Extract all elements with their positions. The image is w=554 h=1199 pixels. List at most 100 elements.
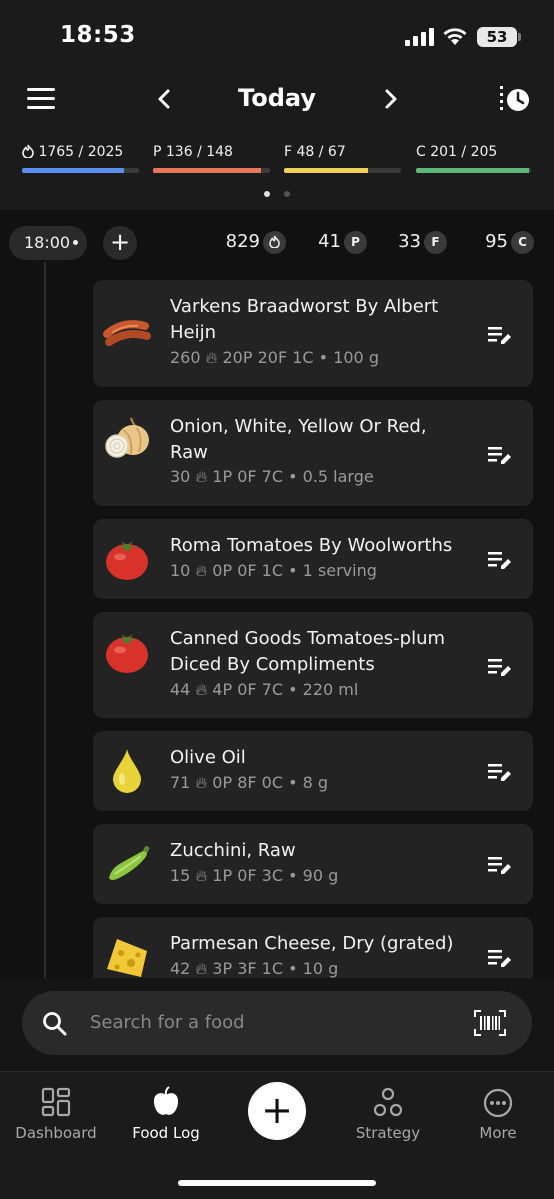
food-entry[interactable]: Roma Tomatoes By Woolworths 10 🔥︎ 0P 0F …: [93, 519, 533, 599]
food-macros: 20P 20F 1C • 100 g: [222, 348, 379, 367]
flame-icon: 🔥︎: [195, 866, 208, 885]
battery-level: 53: [486, 28, 508, 46]
edit-icon[interactable]: [487, 549, 513, 571]
header: Today 1765 / 2025 P 136 / 148 F 48 / 67 …: [0, 70, 554, 210]
edit-icon[interactable]: [487, 761, 513, 783]
food-entry[interactable]: Onion, White, Yellow Or Red, Raw 30 🔥︎ 1…: [93, 400, 533, 506]
edit-icon[interactable]: [487, 656, 513, 678]
carbs-progress[interactable]: C 201 / 205: [416, 144, 531, 180]
sausage-icon: [103, 320, 151, 346]
meal-protein-value: 41: [318, 231, 341, 252]
flame-icon: [22, 144, 34, 159]
carbs-label: C 201 / 205: [416, 144, 498, 160]
edit-icon[interactable]: [487, 324, 513, 346]
food-macros: 0P 0F 1C • 1 serving: [212, 561, 377, 580]
chevron-right-icon[interactable]: [375, 84, 405, 114]
tab-dashboard[interactable]: Dashboard: [6, 1086, 106, 1146]
flame-icon: 🔥︎: [195, 959, 208, 978]
edit-icon[interactable]: [487, 444, 513, 466]
edit-icon[interactable]: [487, 854, 513, 876]
food-macros: 4P 0F 7C • 220 ml: [212, 680, 359, 699]
dashboard-icon: [41, 1087, 71, 1117]
edit-icon[interactable]: [487, 947, 513, 969]
strategy-icon: [373, 1087, 403, 1117]
food-name: Varkens Braadworst By Albert Heijn: [170, 296, 439, 343]
meal-carbs-value: 95: [485, 231, 508, 252]
history-clock-icon[interactable]: [496, 84, 534, 116]
tab-more[interactable]: More: [448, 1086, 548, 1146]
meal-carbs: 95 C: [465, 226, 534, 260]
protein-label: P 136 / 148: [153, 144, 233, 160]
flame-icon: [263, 231, 286, 254]
meal-header: 18:00 + 829 41 P 33 F 95 C: [0, 226, 554, 262]
food-search-bar[interactable]: Search for a food: [22, 991, 532, 1055]
food-entry[interactable]: Olive Oil 71 🔥︎ 0P 8F 0C • 8 g: [93, 731, 533, 811]
food-entry[interactable]: Parmesan Cheese, Dry (grated) 42 🔥︎ 3P 3…: [93, 917, 533, 978]
fat-badge: F: [424, 231, 447, 254]
onion-icon: [105, 417, 149, 458]
meal-calories-value: 829: [225, 231, 260, 252]
food-macros: 3P 3F 1C • 10 g: [212, 959, 339, 978]
cellular-signal-icon: [405, 28, 434, 46]
battery-nub: [518, 33, 521, 41]
flame-icon: 🔥︎: [205, 348, 218, 367]
protein-badge: P: [344, 231, 367, 254]
food-macros: 1P 0F 7C • 0.5 large: [212, 467, 374, 486]
battery-icon: 53: [477, 27, 517, 47]
food-stats: 30 🔥︎ 1P 0F 7C • 0.5 large: [170, 467, 374, 487]
meal-time-button[interactable]: 18:00: [9, 226, 87, 260]
food-calories: 44: [170, 680, 191, 699]
protein-progress[interactable]: P 136 / 148: [153, 144, 270, 180]
wifi-icon: [443, 28, 467, 45]
calories-progress[interactable]: 1765 / 2025: [22, 144, 139, 180]
search-input[interactable]: Search for a food: [90, 1012, 245, 1033]
food-calories: 42: [170, 959, 191, 978]
add-to-meal-button[interactable]: +: [103, 226, 137, 260]
food-calories: 71: [170, 773, 191, 792]
food-calories: 30: [170, 467, 191, 486]
page-title[interactable]: Today: [200, 84, 354, 112]
food-macros: 0P 8F 0C • 8 g: [212, 773, 329, 792]
fat-label: F 48 / 67: [284, 144, 346, 160]
home-indicator: [178, 1180, 376, 1186]
food-calories: 10: [170, 561, 191, 580]
tab-food-log[interactable]: Food Log: [116, 1086, 216, 1146]
food-stats: 10 🔥︎ 0P 0F 1C • 1 serving: [170, 561, 377, 581]
timeline-line: [44, 262, 46, 978]
status-time: 18:53: [60, 22, 136, 48]
tab-label: Food Log: [132, 1124, 200, 1142]
meal-time: 18:00: [24, 233, 71, 252]
page-dot[interactable]: [284, 191, 290, 197]
flame-icon: 🔥︎: [195, 561, 208, 580]
dot-icon: [73, 240, 78, 245]
food-name: Zucchini, Raw: [170, 840, 296, 861]
food-stats: 260 🔥︎ 20P 20F 1C • 100 g: [170, 348, 379, 368]
hamburger-menu-icon[interactable]: [27, 88, 55, 110]
fat-progress[interactable]: F 48 / 67: [284, 144, 401, 180]
chevron-left-icon[interactable]: [150, 84, 180, 114]
food-name: Roma Tomatoes By Woolworths: [170, 535, 453, 556]
food-macros: 1P 0F 3C • 90 g: [212, 866, 339, 885]
page-dot[interactable]: [264, 191, 270, 197]
meal-fat-value: 33: [398, 231, 421, 252]
tab-label: Strategy: [355, 1124, 421, 1142]
food-calories: 15: [170, 866, 191, 885]
food-list[interactable]: Varkens Braadworst By Albert Heijn 260 🔥…: [93, 280, 533, 978]
food-entry[interactable]: Canned Goods Tomatoes-plum Diced By Comp…: [93, 612, 533, 718]
barcode-scanner-icon[interactable]: [474, 1010, 506, 1036]
quick-add-button[interactable]: +: [248, 1082, 306, 1140]
search-icon: [43, 1012, 67, 1036]
food-entry[interactable]: Varkens Braadworst By Albert Heijn 260 🔥…: [93, 280, 533, 387]
food-stats: 71 🔥︎ 0P 8F 0C • 8 g: [170, 773, 328, 793]
meal-protein: 41 P: [300, 226, 367, 260]
fat-bar: [284, 168, 401, 173]
tab-strategy[interactable]: Strategy: [338, 1086, 438, 1146]
tab-label: More: [479, 1124, 517, 1142]
tab-label: Dashboard: [15, 1124, 97, 1142]
food-entry[interactable]: Zucchini, Raw 15 🔥︎ 1P 0F 3C • 90 g: [93, 824, 533, 904]
flame-icon: 🔥︎: [195, 680, 208, 699]
food-stats: 15 🔥︎ 1P 0F 3C • 90 g: [170, 866, 338, 886]
cheese-icon: [107, 939, 147, 977]
protein-bar: [153, 168, 270, 173]
carbs-badge: C: [511, 231, 534, 254]
